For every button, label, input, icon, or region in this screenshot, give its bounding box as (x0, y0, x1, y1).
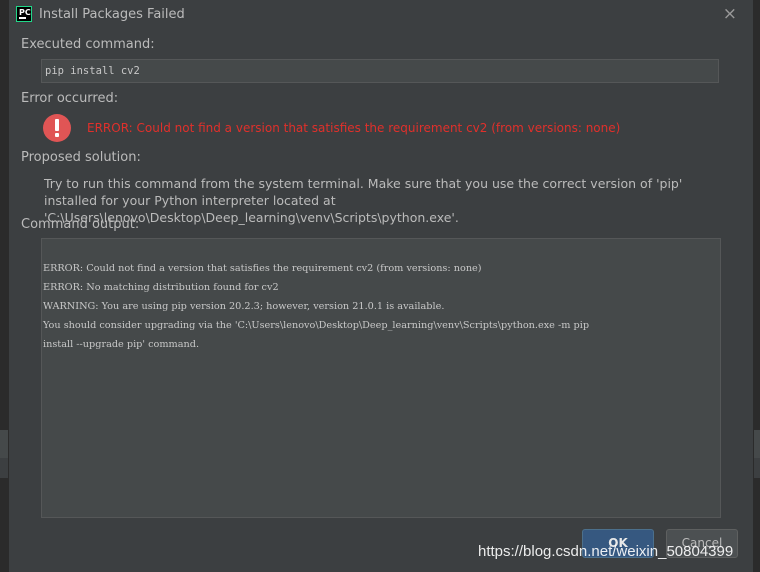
app-icon-text: PC (19, 8, 31, 17)
error-occurred-label: Error occurred: (21, 91, 119, 106)
output-line: install --upgrade pip' command. (43, 339, 200, 350)
install-packages-failed-dialog: PC Install Packages Failed × Executed co… (8, 0, 754, 572)
error-message: ERROR: Could not find a version that sat… (87, 121, 621, 135)
output-line: ERROR: No matching distribution found fo… (43, 282, 279, 293)
output-line: ERROR: Could not find a version that sat… (43, 263, 482, 274)
executed-command-field[interactable]: pip install cv2 (41, 59, 719, 83)
proposed-solution-text: Try to run this command from the system … (44, 176, 683, 225)
command-output-area[interactable]: ERROR: Could not find a version that sat… (41, 238, 721, 518)
proposed-solution-label: Proposed solution: (21, 150, 141, 165)
output-line: WARNING: You are using pip version 20.2.… (43, 301, 445, 312)
title-bar[interactable]: PC Install Packages Failed × (9, 0, 753, 30)
output-line: You should consider upgrading via the 'C… (43, 320, 590, 331)
watermark-text: https://blog.csdn.net/weixin_50804399 (478, 543, 734, 560)
pycharm-icon: PC (16, 6, 32, 22)
command-output-label: Command output: (21, 217, 140, 232)
dialog-title: Install Packages Failed (39, 7, 185, 22)
app-icon-bar (19, 17, 26, 19)
error-icon (43, 114, 71, 142)
executed-command-label: Executed command: (21, 37, 155, 52)
close-icon[interactable]: × (723, 4, 737, 24)
